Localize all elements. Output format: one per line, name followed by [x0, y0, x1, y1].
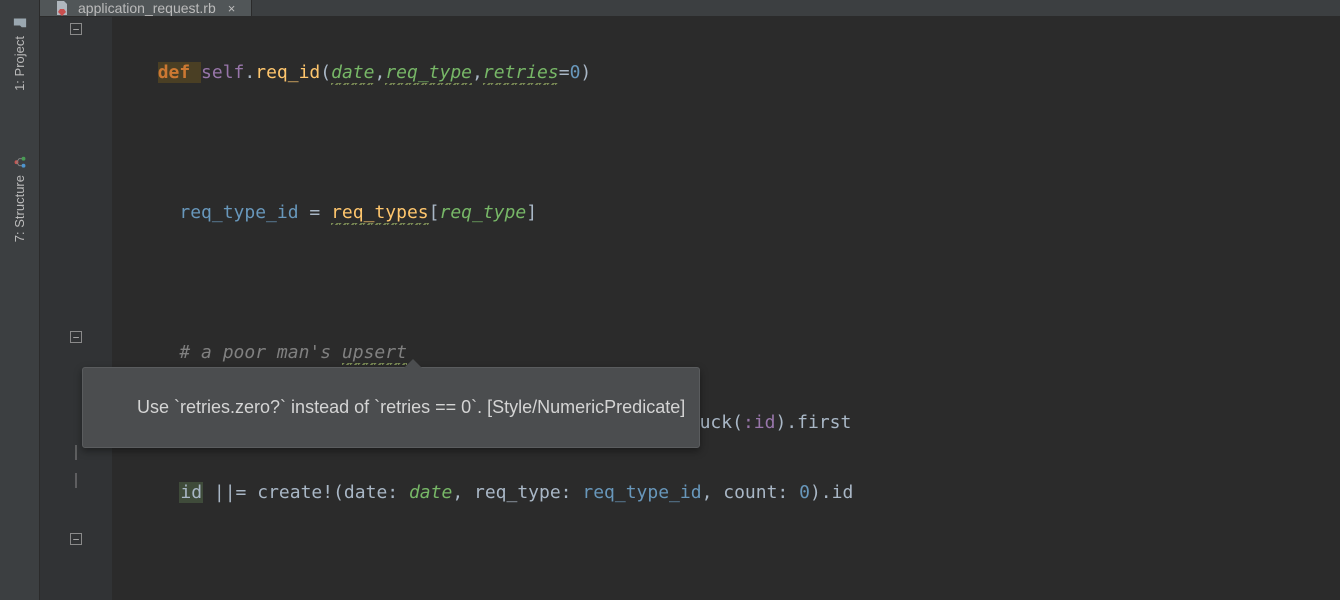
- project-tool-label: 1: Project: [12, 36, 27, 91]
- ruby-file-icon: [54, 0, 70, 16]
- folder-icon: [13, 16, 27, 30]
- structure-tool-button[interactable]: 7: Structure: [10, 143, 29, 254]
- tab-filename: application_request.rb: [78, 0, 216, 16]
- code-line[interactable]: [136, 129, 1340, 157]
- code-line[interactable]: [136, 269, 1340, 297]
- code-line[interactable]: [136, 549, 1340, 577]
- editor[interactable]: def self.req_id(date,req_type,retries=0)…: [40, 17, 1340, 600]
- fold-end-marker[interactable]: [76, 473, 77, 487]
- structure-tool-label: 7: Structure: [12, 175, 27, 242]
- fold-toggle[interactable]: [70, 533, 82, 545]
- fold-toggle[interactable]: [70, 331, 82, 343]
- tool-window-strip: 1: Project 7: Structure: [0, 0, 40, 600]
- tooltip-text: Use `retries.zero?` instead of `retries …: [137, 397, 685, 417]
- code-line[interactable]: def self.req_id(date,req_type,retries=0): [136, 59, 1340, 87]
- code-area[interactable]: def self.req_id(date,req_type,retries=0)…: [112, 17, 1340, 600]
- structure-icon: [13, 155, 27, 169]
- inspection-tooltip: Use `retries.zero?` instead of `retries …: [82, 367, 700, 448]
- tab-bar: application_request.rb ×: [40, 0, 1340, 17]
- code-line[interactable]: req_type_id = req_types[req_type]: [136, 199, 1340, 227]
- project-tool-button[interactable]: 1: Project: [10, 4, 29, 103]
- close-tab-icon[interactable]: ×: [224, 1, 240, 16]
- fold-end-marker[interactable]: [76, 445, 77, 459]
- editor-area: application_request.rb × def self.req_id…: [40, 0, 1340, 600]
- code-line[interactable]: # a poor man's upsert: [136, 339, 1340, 367]
- editor-tab[interactable]: application_request.rb ×: [40, 0, 252, 16]
- gutter[interactable]: [40, 17, 112, 600]
- fold-toggle[interactable]: [70, 23, 82, 35]
- code-line[interactable]: id ||= create!(date: date, req_type: req…: [136, 479, 1340, 507]
